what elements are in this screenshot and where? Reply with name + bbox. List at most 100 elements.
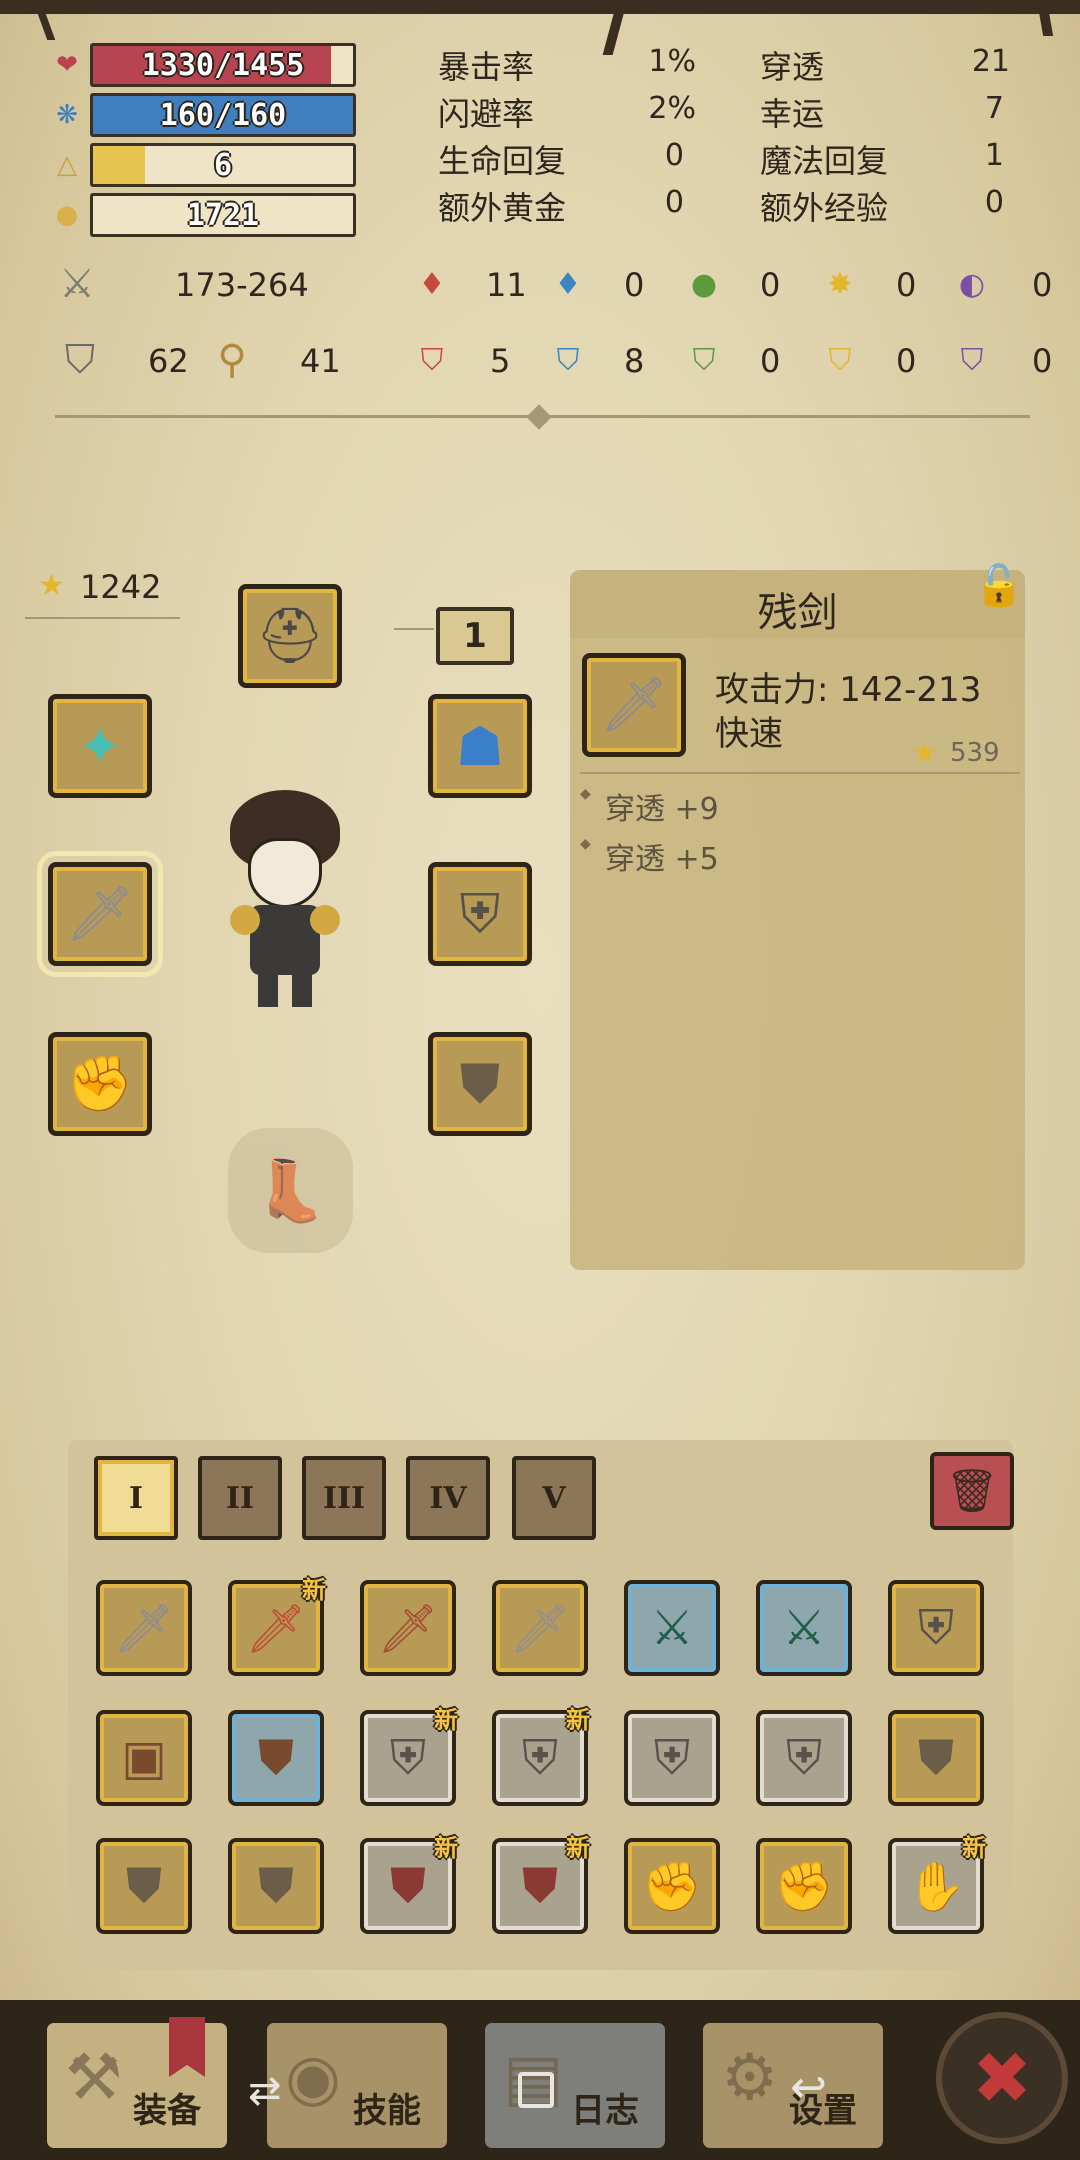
inventory-slot[interactable]: ⛨ [888, 1580, 984, 1676]
close-icon: ✖ [971, 2036, 1033, 2120]
new-tag: 新 [302, 1576, 326, 1604]
pants-icon: ⛊ [521, 1857, 558, 1914]
inventory-slot[interactable]: ⛊ [228, 1838, 324, 1934]
item-bonus-2: 穿透 +5 [605, 842, 719, 877]
armor-slot[interactable]: ⛨ [428, 862, 532, 966]
mp-regen-value: 1 [984, 138, 1004, 173]
gear-icon: ⚙ [721, 2041, 779, 2115]
ornate-sword-icon: 🗡 [377, 1600, 439, 1657]
boots-slot-empty[interactable]: 👢 [228, 1128, 353, 1253]
hp-row: ❤ 1330/1455 [50, 43, 360, 87]
system-switch-icon[interactable]: ⇄ [248, 2068, 282, 2114]
pants-icon: ⛊ [389, 1857, 426, 1914]
item-name: 残剑 [757, 590, 838, 636]
crossed-swords-icon: ⚔ [59, 261, 95, 307]
armor-value: 62 [148, 342, 189, 380]
inventory-slot[interactable]: ▣ [96, 1710, 192, 1806]
fire-attack-value: 11 [486, 266, 527, 304]
skill-orb-icon: ◉ [285, 2041, 341, 2115]
nature-resist-icon: ⛉ [692, 342, 716, 378]
arcane-resist-icon: ⛉ [960, 342, 984, 378]
inventory-slot[interactable]: ✊ [756, 1838, 852, 1934]
inventory-tab-4[interactable]: IV [406, 1456, 490, 1540]
dodge-rate-value: 2% [648, 91, 696, 126]
inventory-slot[interactable]: ⛊ [888, 1710, 984, 1806]
inventory-slot[interactable]: 🗡 新 [228, 1576, 326, 1676]
level-triangle-icon: △ [57, 150, 77, 180]
lightning-resist-icon: ⛉ [828, 342, 852, 378]
magic-staff-icon: ⚲ [217, 337, 247, 383]
gold-text: 1721 [186, 197, 260, 233]
chest-armor-icon: ⛨ [785, 1729, 822, 1786]
hp-regen-label: 生命回复 [438, 142, 567, 180]
inventory-slot[interactable]: ⛨ 新 [492, 1706, 590, 1806]
leather-vest-icon: ⛊ [257, 1729, 294, 1786]
crit-rate-label: 暴击率 [438, 48, 535, 86]
inventory-tab-2[interactable]: II [198, 1456, 282, 1540]
lightning-resist-value: 0 [896, 342, 917, 380]
accessory-slot[interactable]: ☗ [428, 694, 532, 798]
extra-exp-value: 0 [984, 185, 1004, 220]
water-attack-value: 0 [624, 266, 645, 304]
inventory-tab-3[interactable]: III [302, 1456, 386, 1540]
character-avatar [210, 790, 360, 1010]
axe-icon: ⚒ [65, 2041, 123, 2115]
inventory-slot[interactable]: ⚔ [624, 1580, 720, 1676]
luck-label: 幸运 [760, 95, 825, 133]
system-back-icon[interactable]: ↩ [790, 2062, 827, 2113]
legs-slot[interactable]: ⛊ [428, 1032, 532, 1136]
nav-equip-label: 装备 [133, 2091, 201, 2131]
fire-attack-icon: ♦ [418, 266, 446, 302]
close-button[interactable]: ✖ [936, 2012, 1068, 2144]
nav-skills-button[interactable]: ◉ 技能 [262, 2018, 452, 2153]
level-bar: 6 [90, 143, 356, 187]
nature-attack-value: 0 [760, 266, 781, 304]
inventory-slot[interactable]: ⛨ [624, 1710, 720, 1806]
inventory-slot[interactable]: ⛊ [228, 1710, 324, 1806]
mana-icon: ❋ [56, 100, 78, 130]
inventory-tab-5[interactable]: V [512, 1456, 596, 1540]
lightning-attack-icon: ✸ [827, 266, 853, 302]
star-icon: ★ [38, 568, 65, 603]
nav-equip-button[interactable]: ⚒ 装备 [42, 2017, 232, 2153]
system-home-icon[interactable] [518, 2072, 554, 2108]
steel-sword-icon: 🗡 [509, 1600, 571, 1657]
unlock-icon[interactable]: 🔓 [970, 558, 1028, 612]
new-tag: 新 [434, 1706, 458, 1734]
mp-row: ❋ 160/160 [50, 93, 360, 137]
trash-button[interactable]: 🗑 [930, 1452, 1014, 1530]
crit-rate-value: 1% [648, 44, 696, 79]
water-resist-value: 8 [624, 342, 645, 380]
mp-bar: 160/160 [90, 93, 356, 137]
inventory-slot[interactable]: 🗡 [96, 1580, 192, 1676]
item-detail-icon-slot: 🗡 [582, 653, 686, 757]
inventory-slot[interactable]: 🗡 [360, 1580, 456, 1676]
water-resist-icon: ⛉ [556, 342, 580, 378]
nav-log-button[interactable]: ▤ 日志 [480, 2018, 670, 2153]
weapon-slot[interactable]: 🗡 [37, 851, 163, 977]
dodge-rate-label: 闪避率 [438, 95, 535, 133]
inventory-slot[interactable]: ⛊ [96, 1838, 192, 1934]
inventory-slot[interactable]: ⛨ [756, 1710, 852, 1806]
gloves-slot[interactable]: ✊ [48, 1032, 152, 1136]
top-border [0, 0, 1080, 14]
inventory-slot[interactable]: ⛊ 新 [492, 1834, 590, 1934]
inventory-slot[interactable]: ⚔ [756, 1580, 852, 1676]
item-divider [580, 772, 1020, 774]
gauntlet-icon: ✊ [774, 1858, 834, 1915]
helmet-slot[interactable]: ⛑ [238, 584, 342, 688]
inventory-slot[interactable]: ✊ [624, 1838, 720, 1934]
inventory-slot[interactable]: ⛨ 新 [360, 1706, 458, 1806]
inventory-slot[interactable]: 🗡 [492, 1580, 588, 1676]
amulet-slot[interactable]: ✦ [48, 694, 152, 798]
inventory-tab-1[interactable]: I [94, 1456, 178, 1540]
arcane-attack-icon: ◐ [958, 266, 986, 302]
teal-amulet-icon: ✦ [77, 714, 123, 778]
green-blade-icon: ⚔ [782, 1600, 826, 1656]
trash-icon: 🗑 [945, 1466, 999, 1515]
level-text: 6 [213, 147, 233, 183]
leg-armor-icon: ⛊ [459, 1052, 501, 1115]
inventory-slot[interactable]: ⛊ 新 [360, 1834, 458, 1934]
inventory-slot[interactable]: ✋ 新 [888, 1834, 986, 1934]
leg-armor-icon: ⛊ [125, 1857, 162, 1914]
